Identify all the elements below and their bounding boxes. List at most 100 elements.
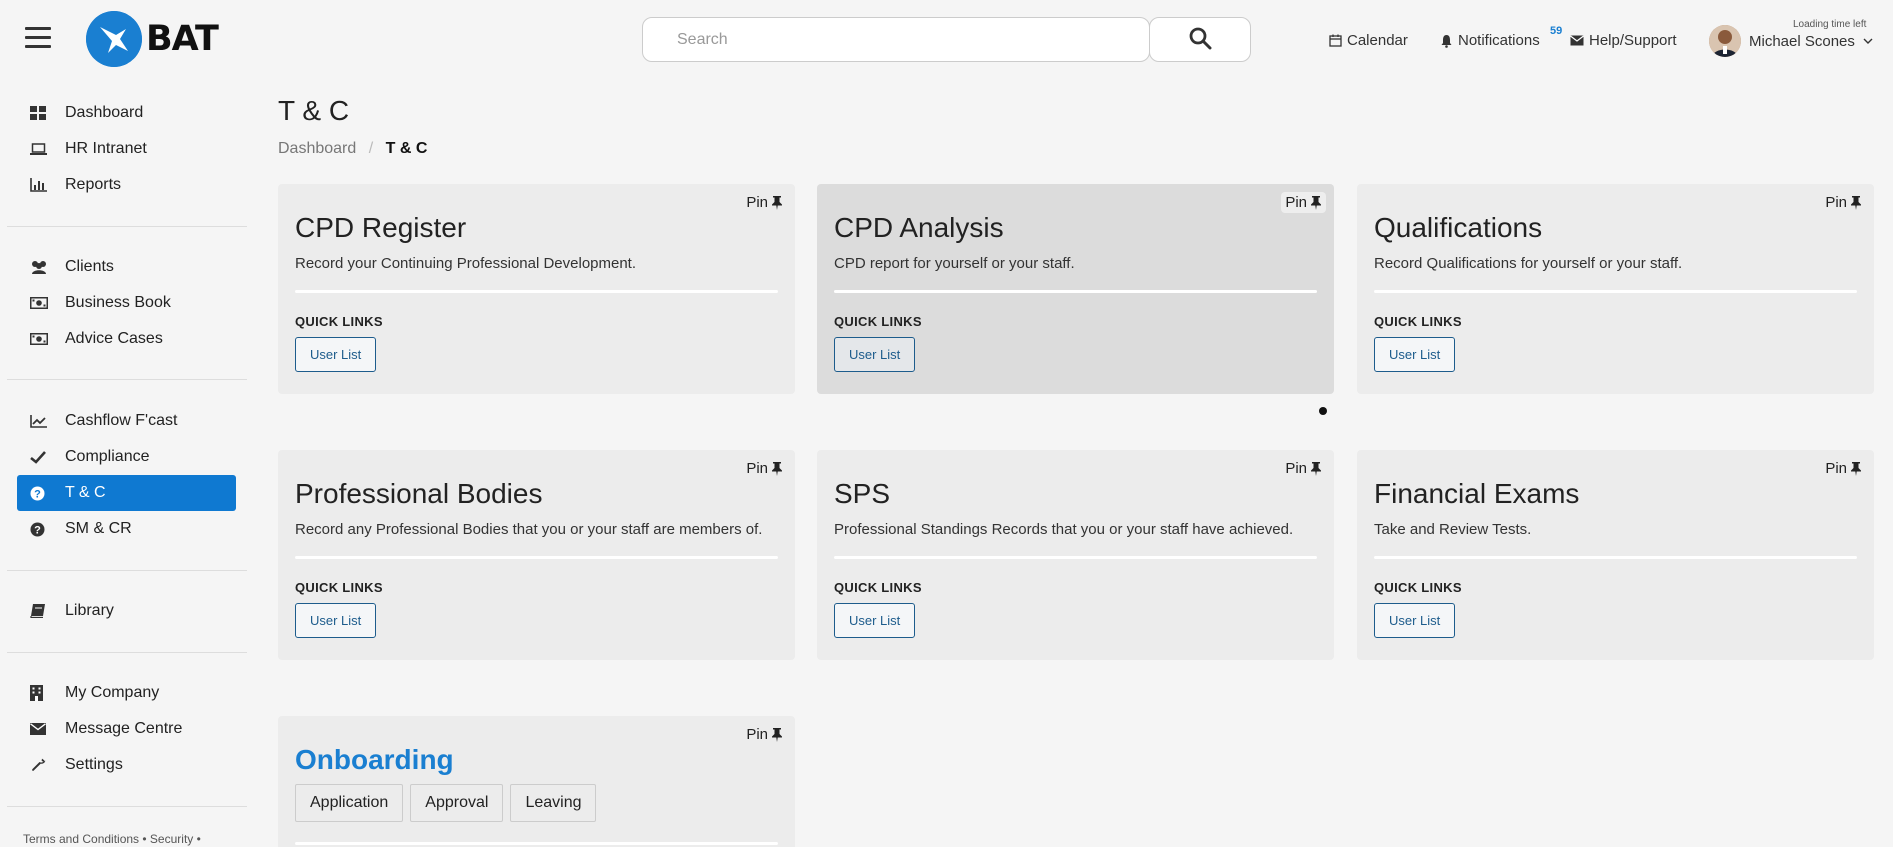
- sidebar-item-settings[interactable]: Settings: [17, 747, 236, 783]
- card-title: Financial Exams: [1374, 478, 1580, 509]
- sidebar-item-advice-cases[interactable]: Advice Cases: [17, 321, 236, 357]
- bell-icon: [1441, 34, 1452, 48]
- breadcrumb-separator: /: [368, 140, 374, 157]
- sidebar-item-smcr[interactable]: ? SM & CR: [17, 511, 236, 547]
- sidebar-item-label: Compliance: [65, 448, 150, 465]
- card-sps[interactable]: Pin SPS Professional Standings Records t…: [817, 450, 1334, 660]
- card-professional-bodies[interactable]: Pin Professional Bodies Record any Profe…: [278, 450, 795, 660]
- tab-application[interactable]: Application: [295, 784, 404, 822]
- logo-text: BAT: [146, 19, 219, 59]
- search-input[interactable]: [642, 17, 1150, 62]
- breadcrumb: Dashboard / T & C: [278, 140, 427, 158]
- card-title: Qualifications: [1374, 212, 1543, 243]
- sidebar-item-hr-intranet[interactable]: HR Intranet: [17, 131, 236, 167]
- footer-links[interactable]: Terms and Conditions • Security •: [23, 832, 201, 846]
- pin-label: Pin: [1285, 194, 1307, 211]
- card-qualifications[interactable]: Pin Qualifications Record Qualifications…: [1357, 184, 1874, 394]
- quick-links-label: QUICK LINKS: [1374, 580, 1462, 595]
- pin-label: Pin: [1285, 460, 1307, 477]
- sidebar-item-business-book[interactable]: Business Book: [17, 285, 236, 321]
- pin-button[interactable]: Pin: [1821, 192, 1866, 213]
- brand-logo[interactable]: BAT: [86, 11, 219, 67]
- calendar-link[interactable]: Calendar: [1329, 32, 1408, 49]
- card-description: Record any Professional Bodies that you …: [295, 521, 763, 538]
- card-onboarding[interactable]: Pin Onboarding Application Approval Leav…: [278, 716, 795, 847]
- card-cpd-register[interactable]: Pin CPD Register Record your Continuing …: [278, 184, 795, 394]
- pin-button[interactable]: Pin: [742, 458, 787, 479]
- sidebar-item-tc[interactable]: ? T & C: [17, 475, 236, 511]
- user-list-button[interactable]: User List: [1374, 603, 1456, 638]
- sidebar-item-my-company[interactable]: My Company: [17, 675, 236, 711]
- sidebar-item-library[interactable]: Library: [17, 593, 236, 629]
- user-list-button[interactable]: User List: [295, 337, 377, 372]
- sidebar-item-reports[interactable]: Reports: [17, 167, 236, 203]
- notification-count-badge: 59: [1550, 25, 1563, 37]
- card-divider: [1374, 290, 1857, 293]
- quick-links-label: QUICK LINKS: [1374, 314, 1462, 329]
- thumbtack-icon: [1311, 195, 1321, 210]
- card-divider: [1374, 556, 1857, 559]
- money-icon: [17, 333, 65, 345]
- sidebar-item-label: My Company: [65, 684, 160, 701]
- card-cpd-analysis[interactable]: Pin CPD Analysis CPD report for yourself…: [817, 184, 1334, 394]
- tab-approval[interactable]: Approval: [410, 784, 504, 822]
- card-divider: [295, 556, 778, 559]
- pin-button[interactable]: Pin: [1281, 192, 1326, 213]
- sidebar-item-label: HR Intranet: [65, 140, 147, 157]
- pin-button[interactable]: Pin: [742, 192, 787, 213]
- card-financial-exams[interactable]: Pin Financial Exams Take and Review Test…: [1357, 450, 1874, 660]
- sidebar-item-dashboard[interactable]: Dashboard: [17, 95, 236, 131]
- sidebar-divider: [7, 806, 247, 807]
- card-description: CPD report for yourself or your staff.: [834, 255, 1075, 272]
- card-divider: [295, 290, 778, 293]
- help-support-link[interactable]: Help/Support: [1570, 32, 1677, 49]
- page-title: T & C: [278, 95, 350, 126]
- sidebar-item-label: Library: [65, 602, 114, 619]
- sidebar-item-label: Clients: [65, 258, 114, 275]
- search-button[interactable]: [1149, 17, 1251, 62]
- user-list-button[interactable]: User List: [1374, 337, 1456, 372]
- calendar-icon: [1329, 34, 1342, 47]
- cursor-dot: [1319, 407, 1327, 415]
- card-divider: [295, 842, 778, 845]
- card-description: Professional Standings Records that you …: [834, 521, 1294, 538]
- building-icon: [17, 685, 65, 701]
- card-title: CPD Register: [295, 212, 467, 243]
- help-support-label: Help/Support: [1589, 32, 1677, 49]
- pin-button[interactable]: Pin: [1821, 458, 1866, 479]
- card-title: SPS: [834, 478, 891, 509]
- sidebar-item-message-centre[interactable]: Message Centre: [17, 711, 236, 747]
- line-chart-icon: [17, 414, 65, 428]
- pin-button[interactable]: Pin: [742, 724, 787, 745]
- notifications-link[interactable]: Notifications: [1440, 32, 1540, 49]
- card-description: Record Qualifications for yourself or yo…: [1374, 255, 1683, 272]
- sidebar-divider: [7, 652, 247, 653]
- user-menu[interactable]: Michael Scones: [1709, 25, 1873, 57]
- user-list-button[interactable]: User List: [295, 603, 377, 638]
- user-list-button[interactable]: User List: [834, 337, 916, 372]
- svg-text:?: ?: [34, 488, 41, 500]
- sidebar-item-clients[interactable]: Clients: [17, 249, 236, 285]
- onboarding-tabs: Application Approval Leaving: [295, 784, 597, 822]
- pin-button[interactable]: Pin: [1281, 458, 1326, 479]
- question-circle-icon: ?: [17, 486, 65, 501]
- money-icon: [17, 297, 65, 309]
- sidebar-divider: [7, 379, 247, 380]
- onboarding-title-link[interactable]: Onboarding: [295, 744, 454, 776]
- sidebar-item-cashflow[interactable]: Cashflow F'cast: [17, 403, 236, 439]
- top-header: BAT Calendar Notifications 59 Help/Suppo…: [0, 0, 1893, 80]
- laptop-icon: [17, 142, 65, 156]
- bar-chart-icon: [17, 178, 65, 192]
- user-list-button[interactable]: User List: [834, 603, 916, 638]
- envelope-icon: [17, 723, 65, 735]
- envelope-icon: [1570, 35, 1584, 46]
- sidebar-item-compliance[interactable]: Compliance: [17, 439, 236, 475]
- sidebar-item-label: SM & CR: [65, 520, 132, 537]
- card-description: Record your Continuing Professional Deve…: [295, 255, 637, 272]
- sidebar-item-label: T & C: [65, 484, 106, 501]
- breadcrumb-dashboard-link[interactable]: Dashboard: [278, 140, 356, 157]
- tab-leaving[interactable]: Leaving: [510, 784, 597, 822]
- notifications-label: Notifications: [1458, 32, 1540, 49]
- user-name: Michael Scones: [1749, 32, 1855, 50]
- hamburger-menu-icon[interactable]: [25, 27, 51, 49]
